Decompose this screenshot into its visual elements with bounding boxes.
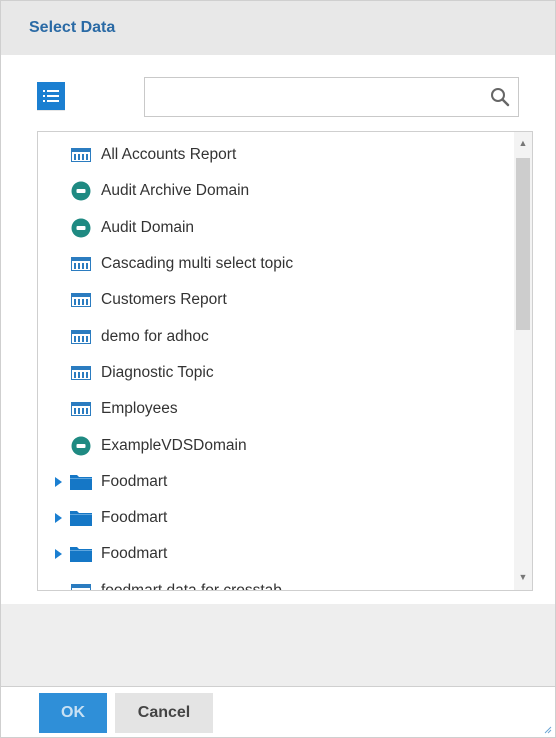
list-item-label: Employees <box>101 400 178 418</box>
select-data-dialog: Select Data All Accounts Report Audit Ar… <box>0 0 556 738</box>
list-item[interactable]: Foodmart <box>38 464 512 500</box>
list-item[interactable]: All Accounts Report <box>38 137 512 173</box>
folder-icon <box>70 508 92 528</box>
list-item[interactable]: foodmart data for crosstab <box>38 573 512 591</box>
list-item-label: All Accounts Report <box>101 146 237 164</box>
toolbar <box>37 77 519 117</box>
list-item-label: Audit Domain <box>101 218 195 236</box>
list-item[interactable]: ExampleVDSDomain <box>38 427 512 463</box>
expand-arrow-icon[interactable] <box>52 513 64 524</box>
list-item[interactable]: Employees <box>38 391 512 427</box>
list-item-label: Foodmart <box>101 545 168 563</box>
search-input[interactable] <box>151 84 478 112</box>
list-item[interactable]: Foodmart <box>38 536 512 572</box>
report-table-icon <box>70 363 92 383</box>
report-table-icon <box>70 327 92 347</box>
domain-icon <box>70 181 92 201</box>
scrollbar-thumb[interactable] <box>516 158 530 330</box>
report-table-icon <box>70 399 92 419</box>
list-item[interactable]: demo for adhoc <box>38 318 512 354</box>
domain-icon <box>70 218 92 238</box>
folder-icon <box>70 544 92 564</box>
dialog-footer: OK Cancel <box>1 686 555 737</box>
list-item[interactable]: Audit Domain <box>38 210 512 246</box>
scroll-down-arrow-icon[interactable]: ▼ <box>514 568 532 586</box>
dialog-title: Select Data <box>29 19 116 36</box>
list-item-label: Audit Archive Domain <box>101 182 250 200</box>
data-source-list[interactable]: All Accounts Report Audit Archive Domain A… <box>37 131 533 591</box>
list-item-label: Diagnostic Topic <box>101 363 214 381</box>
ok-button[interactable]: OK <box>39 693 107 733</box>
expand-arrow-icon[interactable] <box>52 549 64 560</box>
resize-grip-icon[interactable] <box>544 726 552 734</box>
report-table-icon <box>70 290 92 310</box>
list-item[interactable]: Audit Archive Domain <box>38 173 512 209</box>
report-table-icon <box>70 254 92 274</box>
list-item-label: Foodmart <box>101 472 168 490</box>
expand-arrow-icon[interactable] <box>52 476 64 487</box>
list-item-label: ExampleVDSDomain <box>101 436 247 454</box>
dialog-body-footer-band <box>1 604 555 686</box>
list-item[interactable]: Foodmart <box>38 500 512 536</box>
list-view-button[interactable] <box>37 82 65 110</box>
vertical-scrollbar[interactable]: ▲ ▼ <box>514 132 532 590</box>
list-item-label: foodmart data for crosstab <box>101 581 282 591</box>
scroll-up-arrow-icon[interactable]: ▲ <box>514 134 532 152</box>
domain-icon <box>70 436 92 456</box>
cancel-button[interactable]: Cancel <box>115 693 213 733</box>
report-table-icon <box>70 145 92 165</box>
list-item-label: demo for adhoc <box>101 327 209 345</box>
dialog-header[interactable]: Select Data <box>1 1 555 55</box>
search-icon[interactable] <box>490 87 510 107</box>
list-view-icon <box>43 90 59 102</box>
list-item-label: Foodmart <box>101 509 168 527</box>
list-item[interactable]: Customers Report <box>38 282 512 318</box>
list-item-label: Cascading multi select topic <box>101 255 294 273</box>
folder-icon <box>70 472 92 492</box>
report-table-icon <box>70 581 92 590</box>
list-items: All Accounts Report Audit Archive Domain A… <box>38 137 512 591</box>
list-item[interactable]: Cascading multi select topic <box>38 246 512 282</box>
list-item-label: Customers Report <box>101 291 227 309</box>
search-box <box>144 77 519 117</box>
list-item[interactable]: Diagnostic Topic <box>38 355 512 391</box>
